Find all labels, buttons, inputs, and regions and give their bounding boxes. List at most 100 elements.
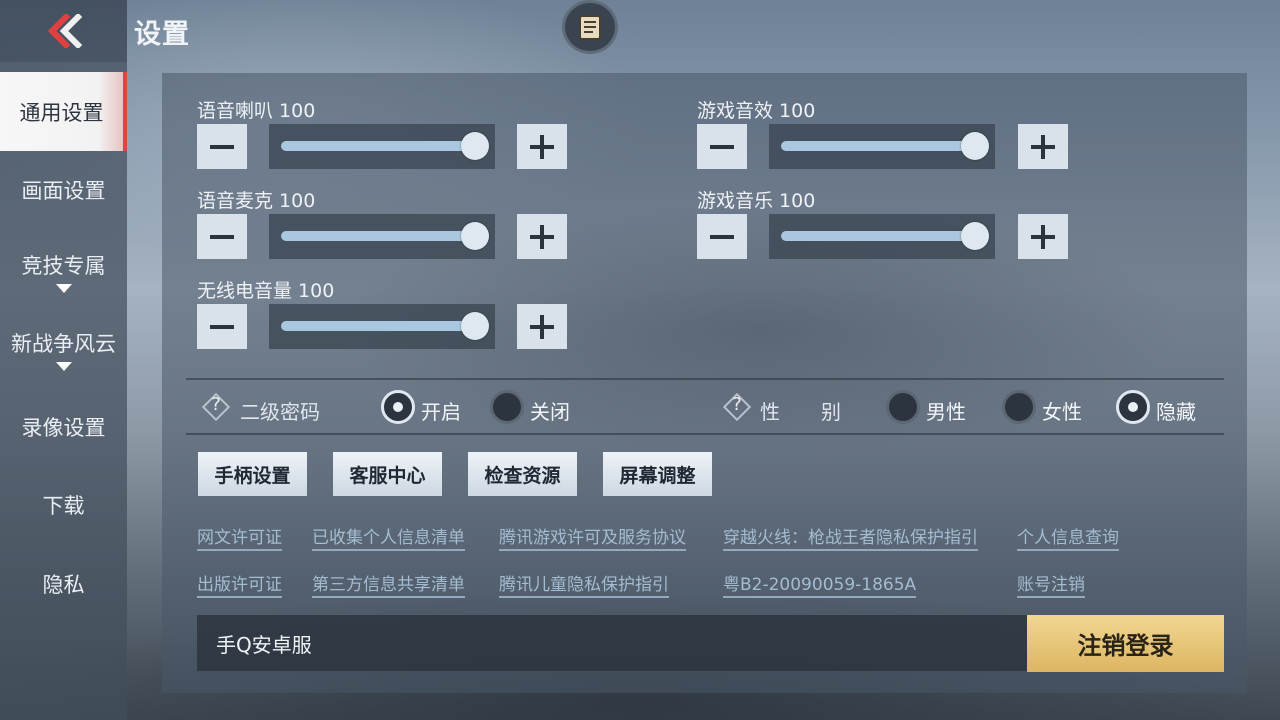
minus-icon bbox=[210, 144, 234, 149]
password-help-icon[interactable]: ? bbox=[201, 392, 231, 422]
customer-service-button[interactable]: 客服中心 bbox=[333, 452, 442, 496]
slider-fill bbox=[781, 141, 981, 151]
minus-icon bbox=[710, 144, 734, 149]
volume-name: 语音麦克 bbox=[197, 190, 274, 212]
slider-handle[interactable] bbox=[461, 222, 489, 250]
gender-hidden-label: 隐藏 bbox=[1156, 400, 1196, 424]
slider-track bbox=[781, 231, 981, 241]
sfx-volume-decrease-button[interactable] bbox=[697, 124, 747, 169]
logout-button[interactable]: 注销登录 bbox=[1027, 615, 1224, 672]
sidebar-item-competitive[interactable]: 竞技专属 bbox=[0, 232, 127, 311]
plus-icon bbox=[530, 224, 554, 249]
sidebar-item-graphics[interactable]: 画面设置 bbox=[0, 150, 127, 229]
speaker-volume-label: 语音喇叭 100 bbox=[197, 96, 315, 123]
slider-handle[interactable] bbox=[961, 222, 989, 250]
slider-handle[interactable] bbox=[961, 132, 989, 160]
link-publishing-license[interactable]: 出版许可证 bbox=[197, 570, 282, 598]
volume-name: 游戏音效 bbox=[697, 100, 774, 122]
gender-male-radio[interactable] bbox=[886, 390, 920, 424]
sfx-volume-slider[interactable] bbox=[769, 124, 995, 169]
link-icp-license[interactable]: 粤B2-20090059-1865A bbox=[723, 570, 917, 598]
gender-help-icon[interactable]: ? bbox=[722, 392, 752, 422]
radio-volume-increase-button[interactable] bbox=[517, 304, 567, 349]
gender-female-label: 女性 bbox=[1042, 400, 1082, 424]
link-personal-info-query[interactable]: 个人信息查询 bbox=[1017, 523, 1119, 551]
link-privacy-guide[interactable]: 穿越火线：枪战王者隐私保护指引 bbox=[723, 523, 978, 551]
music-volume-decrease-button[interactable] bbox=[697, 214, 747, 259]
sfx-volume-label: 游戏音效 100 bbox=[697, 96, 815, 123]
volume-name: 游戏音乐 bbox=[697, 190, 774, 212]
link-account-deletion[interactable]: 账号注销 bbox=[1017, 570, 1085, 598]
back-button[interactable] bbox=[0, 0, 127, 62]
link-child-privacy[interactable]: 腾讯儿童隐私保护指引 bbox=[499, 570, 669, 598]
radio-volume-label: 无线电音量 100 bbox=[197, 276, 334, 303]
divider bbox=[186, 378, 1224, 380]
controller-settings-button[interactable]: 手柄设置 bbox=[198, 452, 307, 496]
gender-label-second: 别 bbox=[821, 400, 841, 424]
slider-fill bbox=[781, 231, 981, 241]
plus-icon bbox=[1031, 134, 1055, 159]
gender-female-radio[interactable] bbox=[1002, 390, 1036, 424]
gender-label-first: 性 bbox=[760, 400, 780, 424]
volume-value: 100 bbox=[279, 190, 316, 212]
password-on-radio[interactable] bbox=[381, 390, 415, 424]
slider-fill bbox=[281, 321, 481, 331]
sidebar-item-download[interactable]: 下载 bbox=[0, 465, 127, 544]
radio-volume-decrease-button[interactable] bbox=[197, 304, 247, 349]
divider bbox=[186, 433, 1224, 435]
sidebar-item-label: 新战争风云 bbox=[11, 332, 116, 356]
check-resources-button[interactable]: 检查资源 bbox=[468, 452, 577, 496]
volume-name: 无线电音量 bbox=[197, 280, 293, 302]
mic-volume-slider[interactable] bbox=[269, 214, 495, 259]
caret-down-icon bbox=[55, 362, 72, 371]
link-network-culture-license[interactable]: 网文许可证 bbox=[197, 523, 282, 551]
sidebar: 通用设置 画面设置 竞技专属 新战争风云 录像设置 下载 隐私 bbox=[0, 62, 127, 720]
slider-track bbox=[281, 321, 481, 331]
sidebar-item-label: 通用设置 bbox=[19, 100, 104, 125]
sidebar-item-privacy[interactable]: 隐私 bbox=[0, 544, 127, 623]
server-name: 手Q安卓服 bbox=[216, 633, 312, 657]
sidebar-item-replay[interactable]: 录像设置 bbox=[0, 387, 127, 466]
volume-value: 100 bbox=[279, 100, 316, 122]
slider-track bbox=[281, 141, 481, 151]
slider-fill bbox=[281, 231, 481, 241]
question-mark: ? bbox=[732, 394, 742, 415]
minus-icon bbox=[210, 234, 234, 239]
link-service-agreement[interactable]: 腾讯游戏许可及服务协议 bbox=[499, 523, 686, 551]
link-collected-info-list[interactable]: 已收集个人信息清单 bbox=[312, 523, 465, 551]
slider-fill bbox=[281, 141, 481, 151]
gender-male-label: 男性 bbox=[926, 400, 966, 424]
volume-value: 100 bbox=[298, 280, 335, 302]
plus-icon bbox=[530, 134, 554, 159]
sidebar-item-label: 画面设置 bbox=[21, 178, 106, 203]
music-volume-increase-button[interactable] bbox=[1018, 214, 1068, 259]
slider-handle[interactable] bbox=[461, 132, 489, 160]
mic-volume-increase-button[interactable] bbox=[517, 214, 567, 259]
slider-track bbox=[781, 141, 981, 151]
volume-name: 语音喇叭 bbox=[197, 100, 274, 122]
slider-handle[interactable] bbox=[461, 312, 489, 340]
volume-value: 100 bbox=[779, 190, 816, 212]
password-off-radio[interactable] bbox=[490, 390, 524, 424]
sidebar-item-general[interactable]: 通用设置 bbox=[0, 72, 127, 151]
radio-volume-slider[interactable] bbox=[269, 304, 495, 349]
sfx-volume-increase-button[interactable] bbox=[1018, 124, 1068, 169]
screen-adjust-button[interactable]: 屏幕调整 bbox=[603, 452, 712, 496]
music-volume-label: 游戏音乐 100 bbox=[697, 186, 815, 213]
speaker-volume-increase-button[interactable] bbox=[517, 124, 567, 169]
slider-track bbox=[281, 231, 481, 241]
plus-icon bbox=[1031, 224, 1055, 249]
password-off-label: 关闭 bbox=[530, 400, 570, 424]
sidebar-item-label: 竞技专属 bbox=[21, 254, 106, 278]
speaker-volume-decrease-button[interactable] bbox=[197, 124, 247, 169]
password-label: 二级密码 bbox=[240, 400, 320, 424]
notice-scroll-icon bbox=[579, 15, 601, 40]
sidebar-item-new-war[interactable]: 新战争风云 bbox=[0, 310, 127, 389]
gender-hidden-radio[interactable] bbox=[1116, 390, 1150, 424]
page-title: 设置 bbox=[134, 19, 190, 50]
link-third-party-sharing[interactable]: 第三方信息共享清单 bbox=[312, 570, 465, 598]
mic-volume-decrease-button[interactable] bbox=[197, 214, 247, 259]
speaker-volume-slider[interactable] bbox=[269, 124, 495, 169]
notice-button[interactable] bbox=[562, 0, 618, 54]
music-volume-slider[interactable] bbox=[769, 214, 995, 259]
